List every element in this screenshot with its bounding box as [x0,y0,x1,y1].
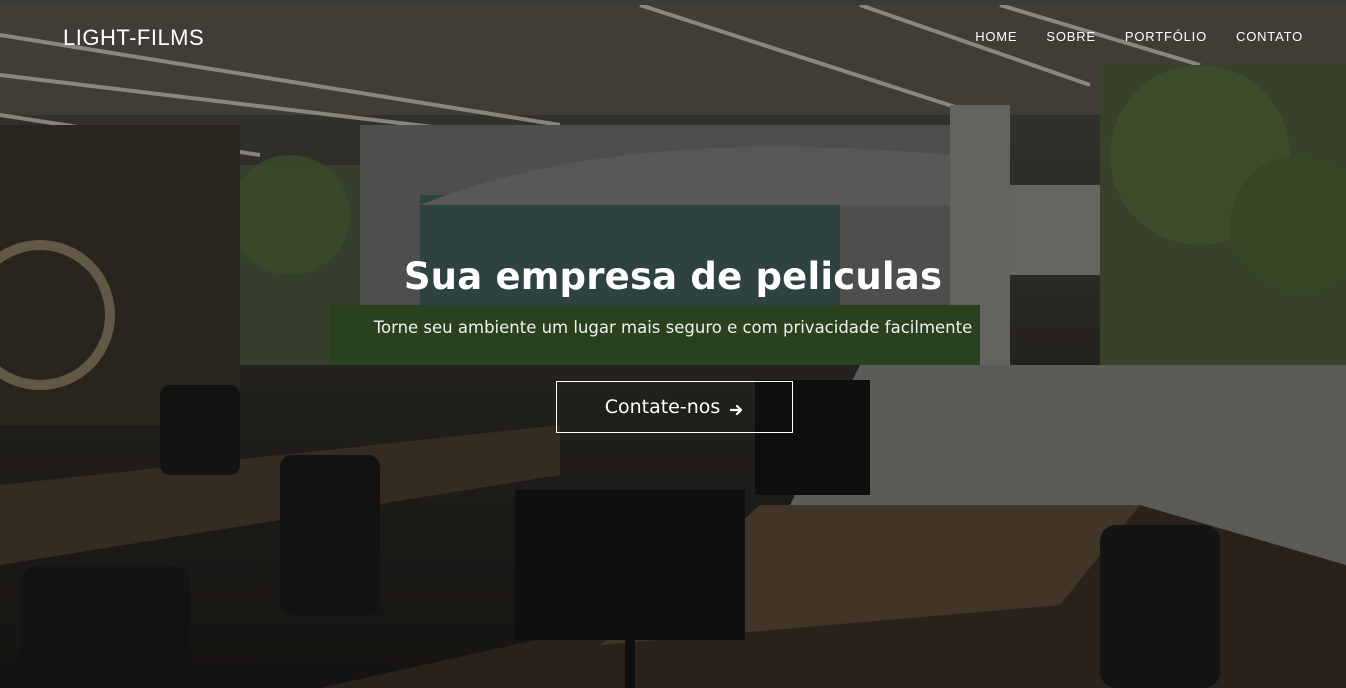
hero-title: Sua empresa de peliculas [403,255,943,298]
nav-item-sobre[interactable]: SOBRE [1032,29,1111,45]
brand-logo-link[interactable]: LIGHT-FILMS [63,25,204,51]
contact-button[interactable]: Contate-nos [556,381,793,433]
contact-button-label: Contate-nos [604,396,721,418]
nav-item-portfolio[interactable]: PORTFÓLIO [1110,29,1221,45]
nav-item-contato[interactable]: CONTATO [1222,29,1304,45]
hero-section: LIGHT-FILMS HOME SOBRE PORTFÓLIO CONTATO… [0,5,1346,688]
arrow-right-icon [730,400,744,416]
hero-subtitle: Torne seu ambiente um lugar mais seguro … [373,318,973,337]
hero-dark-overlay [0,5,1346,688]
main-nav: HOME SOBRE PORTFÓLIO CONTATO [961,29,1303,45]
nav-item-home[interactable]: HOME [961,29,1032,45]
